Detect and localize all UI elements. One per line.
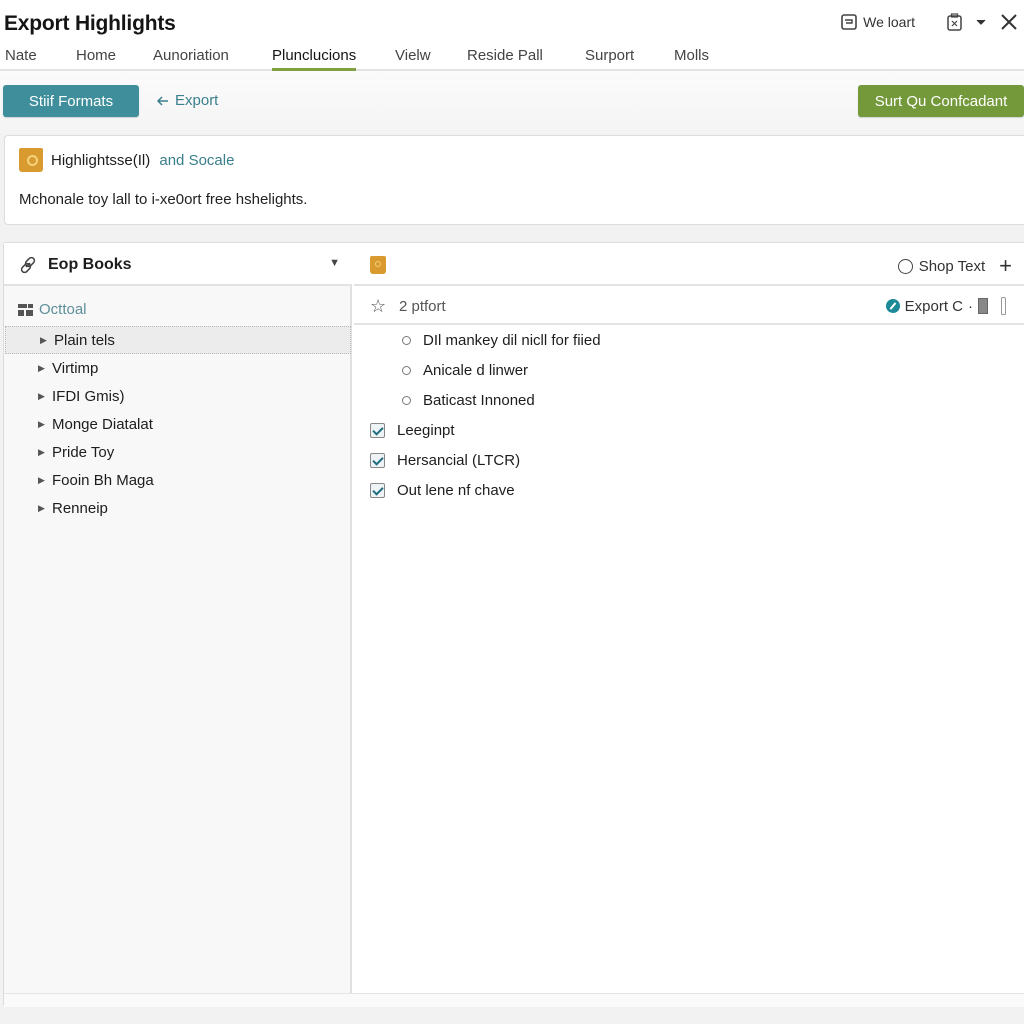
tree-item[interactable]: ▶ Renneip [4,494,352,522]
info-title-text: Highlightsse(Il) [51,151,151,169]
info-title: Highlightsse(Il) and Socale [19,148,234,172]
shopping-bag-icon [19,148,43,172]
radio-option-label: Baticast Innoned [423,391,535,409]
app-title: Export Highlights [4,12,176,35]
circle-icon [897,258,913,274]
main-panel: Eop Books ▼ Octtoal ▶ Plain tels ▶ Virti… [3,242,1024,1007]
radio-option[interactable]: Anicale d linwer [354,355,1024,385]
info-card: Highlightsse(Il) and Socale Mchonale toy… [4,135,1024,225]
formats-button[interactable]: Stiif Formats [3,85,139,117]
checkbox-option[interactable]: Hersancial (LTCR) [354,445,1024,475]
radio-option-label: DIl mankey dil nicll for fiied [423,331,601,349]
expand-arrow-icon[interactable]: ▶ [38,363,52,374]
menu-item-plunclucions[interactable]: Plunclucions [272,47,357,71]
menu-item-vielw[interactable]: Vielw [395,47,431,68]
shop-text-toggle[interactable]: Shop Text + [897,255,1012,277]
star-icon[interactable]: ☆ [370,296,386,317]
content-pane: Shop Text + ☆ 2 ptfort Export C · DIl ma… [354,243,1024,993]
checkbox[interactable] [370,422,385,438]
count-label: 2 ptfort [399,298,446,315]
tree-item[interactable]: ▶ Monge Diatalat [4,410,352,438]
radio-button[interactable] [402,365,411,375]
section-label-text: Octtoal [39,301,87,318]
weloart-button[interactable]: We loart [841,14,915,30]
tree-item-label: Virtimp [52,359,99,377]
confirm-button[interactable]: Surt Qu Confcadant [858,85,1024,117]
arrow-left-icon [157,95,168,106]
radio-option[interactable]: DIl mankey dil nicll for fiied [354,325,1024,355]
expand-arrow-icon[interactable]: ▶ [40,335,54,346]
title-actions: We loart [841,10,1024,34]
checkbox[interactable] [370,482,385,498]
tree-item[interactable]: ▶ Plain tels [5,326,351,354]
bottle-icon[interactable] [1001,297,1006,315]
document-icon[interactable] [978,298,988,314]
menu-item-molls[interactable]: Molls [674,47,709,68]
expand-arrow-icon[interactable]: ▶ [38,391,52,402]
tree-item[interactable]: ▶ Pride Toy [4,438,352,466]
export-c-label: Export C [904,297,963,315]
shop-text-label: Shop Text [918,257,986,275]
option-list: DIl mankey dil nicll for fiied Anicale d… [354,325,1024,505]
chevron-down-icon [976,19,986,25]
chevron-down-icon: ▼ [329,257,340,269]
menu-item-reside-pall[interactable]: Reside Pall [467,47,543,68]
export-back-button[interactable]: Export [157,92,218,109]
tree-item[interactable]: ▶ Fooin Bh Maga [4,466,352,494]
link-icon [20,256,36,274]
book-tree: ▶ Plain tels ▶ Virtimp ▶ IFDI Gmis) ▶ Mo… [4,326,352,522]
window-icon [841,14,857,30]
radio-button[interactable] [402,395,411,405]
tree-item-label: Pride Toy [52,443,115,461]
books-dropdown[interactable]: Eop Books ▼ [4,243,352,286]
menu-item-aunoriation[interactable]: Aunoriation [153,47,229,68]
menu-item-surport[interactable]: Surport [585,47,634,68]
radio-button[interactable] [402,335,411,345]
menu-item-nate[interactable]: Nate [5,47,37,68]
menu-bar: Nate Home Aunoriation Plunclucions Vielw… [0,42,1024,71]
tree-item-label: Fooin Bh Maga [52,471,154,489]
expand-arrow-icon[interactable]: ▶ [38,503,52,514]
expand-arrow-icon[interactable]: ▶ [38,475,52,486]
books-dropdown-label: Eop Books [48,256,132,273]
info-description: Mchonale toy lall to i-xe0ort free hshel… [19,191,308,208]
grid-icon [18,303,33,316]
tree-item-label: Plain tels [54,331,115,349]
export-label: Export [175,92,219,109]
shopping-bag-icon [370,256,386,274]
clipboard-icon [947,13,962,31]
sidebar: Eop Books ▼ Octtoal ▶ Plain tels ▶ Virti… [4,243,352,993]
toolbar: Stiif Formats Export Surt Qu Confcadant [0,71,1024,133]
tree-item[interactable]: ▶ IFDI Gmis) [4,382,352,410]
checkbox-option-label: Hersancial (LTCR) [397,451,521,469]
checkbox[interactable] [370,452,385,468]
content-header: Shop Text + [354,243,1024,286]
checkbox-option-label: Leeginpt [397,421,455,439]
clipboard-button[interactable] [947,13,962,31]
title-bar: Export Highlights We loart [0,0,1024,42]
tree-item-label: IFDI Gmis) [52,387,125,405]
menu-item-home[interactable]: Home [76,47,116,68]
radio-option[interactable]: Baticast Innoned [354,385,1024,415]
pen-icon [885,299,900,313]
status-bar [4,993,1024,1007]
export-c-button[interactable]: Export C · [885,297,1006,315]
checkbox-option[interactable]: Out lene nf chave [354,475,1024,505]
tree-item[interactable]: ▶ Virtimp [4,354,352,382]
weloart-label: We loart [863,14,915,30]
close-icon [1001,14,1017,30]
info-title-accent: and Socale [159,151,235,169]
dropdown-button[interactable] [976,18,986,26]
expand-arrow-icon[interactable]: ▶ [38,447,52,458]
section-label: Octtoal [18,301,87,318]
content-subheader: ☆ 2 ptfort Export C · [354,288,1024,325]
plus-icon[interactable]: + [999,255,1012,277]
tree-item-label: Monge Diatalat [52,415,153,433]
radio-option-label: Anicale d linwer [423,361,529,379]
checkbox-option-label: Out lene nf chave [397,481,515,499]
expand-arrow-icon[interactable]: ▶ [38,419,52,430]
close-button[interactable] [1000,13,1018,31]
tree-item-label: Renneip [52,499,108,517]
checkbox-option[interactable]: Leeginpt [354,415,1024,445]
